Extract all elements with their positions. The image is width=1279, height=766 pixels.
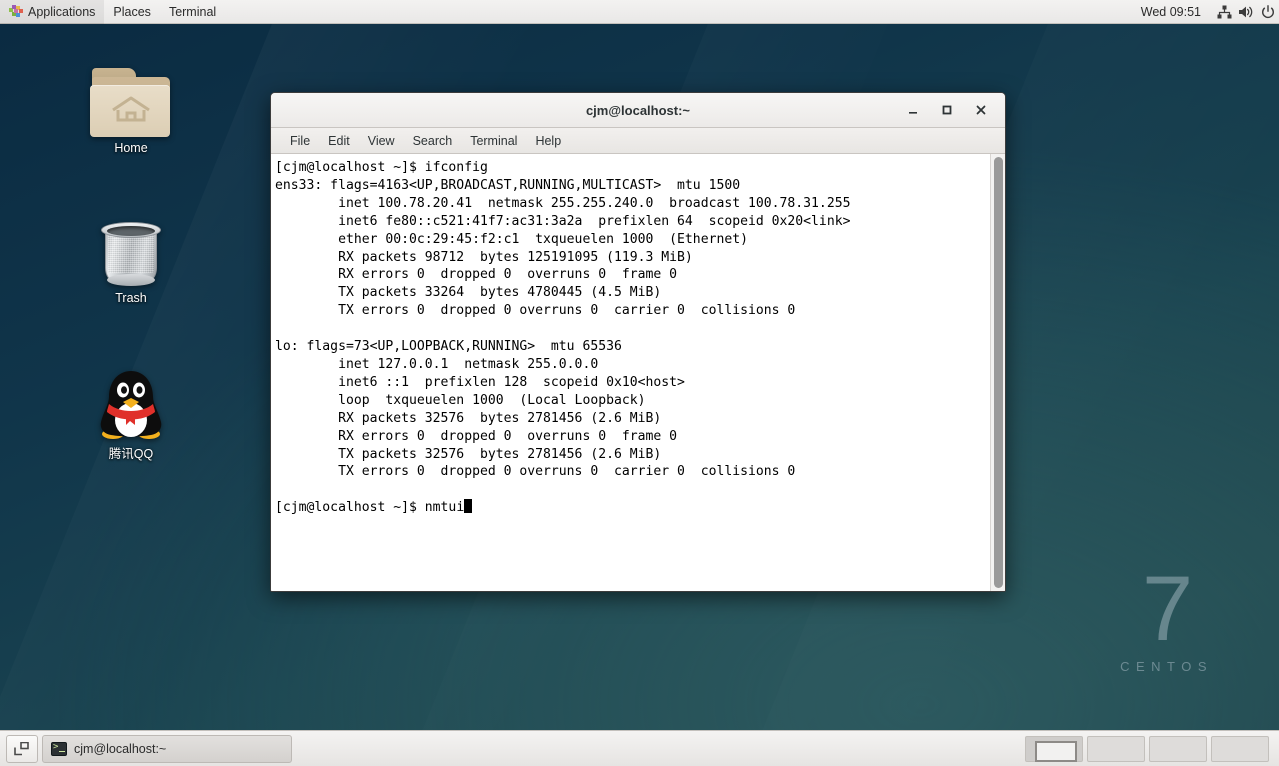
applications-pinwheel-icon [9, 5, 23, 18]
workspace-2[interactable] [1087, 735, 1145, 762]
terminal-body[interactable]: [cjm@localhost ~]$ ifconfig ens33: flags=… [271, 154, 1005, 591]
terminal-line: lo: flags=73<UP,LOOPBACK,RUNNING> mtu 65… [275, 339, 622, 355]
desktop-icon-label: Home [114, 141, 148, 155]
terminal-line: inet6 fe80::c521:41f7:ac31:3a2a prefixle… [275, 213, 851, 229]
menu-file[interactable]: File [281, 128, 319, 154]
current-app-label: Terminal [168, 4, 217, 19]
scrollbar-thumb[interactable] [994, 157, 1003, 588]
terminal-line: RX packets 32576 bytes 2781456 (2.6 MiB) [275, 410, 662, 426]
desktop-icon-label: 腾讯QQ [108, 447, 154, 461]
terminal-line: inet6 ::1 prefixlen 128 scopeid 0x10<hos… [275, 374, 685, 390]
terminal-line: ether 00:0c:29:45:f2:c1 txqueuelen 1000 … [275, 231, 748, 247]
terminal-line: RX errors 0 dropped 0 overruns 0 frame 0 [275, 267, 678, 283]
terminal-line: TX errors 0 dropped 0 overruns 0 carrier… [275, 303, 796, 319]
terminal-line: ens33: flags=4163<UP,BROADCAST,RUNNING,M… [275, 177, 741, 193]
maximize-button[interactable] [939, 102, 955, 118]
minimize-button[interactable] [905, 102, 921, 118]
terminal-line: RX packets 98712 bytes 125191095 (119.3 … [275, 249, 693, 265]
taskbar-item-label: cjm@localhost:~ [74, 741, 167, 756]
window-title: cjm@localhost:~ [585, 102, 691, 118]
terminal-scrollbar[interactable] [990, 154, 1005, 591]
workspace-switcher[interactable] [1025, 735, 1275, 762]
top-panel: Applications Places Terminal Wed 09:51 [0, 0, 1279, 24]
workspace-1[interactable] [1025, 735, 1083, 762]
menu-help[interactable]: Help [526, 128, 570, 154]
folder-home-icon [90, 68, 172, 138]
centos-watermark: 7 CENTOS [1120, 557, 1213, 674]
terminal-line: TX packets 33264 bytes 4780445 (4.5 MiB) [275, 285, 662, 301]
workspace-4[interactable] [1211, 735, 1269, 762]
menu-edit[interactable]: Edit [319, 128, 359, 154]
terminal-cursor [464, 499, 473, 514]
centos-name: CENTOS [1120, 659, 1213, 674]
current-app-menu[interactable]: Terminal [160, 0, 225, 24]
menu-view[interactable]: View [359, 128, 404, 154]
qq-penguin-icon [95, 368, 167, 444]
show-desktop-button[interactable] [6, 734, 38, 763]
applications-menu[interactable]: Applications [0, 0, 105, 24]
centos-version: 7 [1141, 557, 1193, 660]
terminal-prompt-line: [cjm@localhost ~]$ nmtui [275, 499, 990, 517]
terminal-line: inet 100.78.20.41 netmask 255.255.240.0 … [275, 195, 851, 211]
window-title-bar[interactable]: cjm@localhost:~ [271, 93, 1005, 128]
menu-terminal[interactable]: Terminal [461, 128, 526, 154]
terminal-line: TX packets 32576 bytes 2781456 (2.6 MiB) [275, 446, 662, 462]
terminal-line: RX errors 0 dropped 0 overruns 0 frame 0 [275, 428, 678, 444]
close-button[interactable] [973, 102, 989, 118]
power-icon[interactable] [1257, 0, 1279, 24]
terminal-output[interactable]: [cjm@localhost ~]$ ifconfig ens33: flags=… [271, 154, 990, 591]
applications-menu-label: Applications [28, 4, 96, 19]
desktop-icon-qq[interactable]: 腾讯QQ [76, 368, 186, 462]
menu-search[interactable]: Search [404, 128, 462, 154]
terminal-prompt: [cjm@localhost ~]$ [275, 500, 425, 516]
terminal-command: nmtui [424, 500, 465, 516]
desktop-icon-home[interactable]: Home [76, 68, 186, 156]
terminal-window[interactable]: cjm@localhost:~ File Edit View Search Te… [270, 92, 1006, 592]
terminal-line: TX errors 0 dropped 0 overruns 0 carrier… [275, 464, 796, 480]
terminal-line: [cjm@localhost ~]$ ifconfig [275, 160, 488, 175]
trash-can-icon [99, 218, 163, 288]
workspace-3[interactable] [1149, 735, 1207, 762]
clock[interactable]: Wed 09:51 [1129, 5, 1213, 19]
network-icon[interactable] [1213, 0, 1235, 24]
bottom-panel: cjm@localhost:~ [0, 730, 1279, 766]
terminal-icon [51, 741, 67, 756]
taskbar-item-terminal[interactable]: cjm@localhost:~ [42, 734, 292, 763]
places-menu[interactable]: Places [104, 0, 160, 24]
terminal-line: inet 127.0.0.1 netmask 255.0.0.0 [275, 356, 599, 372]
desktop-icon-label: Trash [115, 291, 147, 305]
terminal-line: loop txqueuelen 1000 (Local Loopback) [275, 392, 646, 408]
desktop-icon-trash[interactable]: Trash [76, 218, 186, 306]
terminal-menu-bar: File Edit View Search Terminal Help [271, 128, 1005, 154]
places-menu-label: Places [113, 4, 151, 19]
volume-icon[interactable] [1235, 0, 1257, 24]
window-controls [905, 102, 1005, 118]
